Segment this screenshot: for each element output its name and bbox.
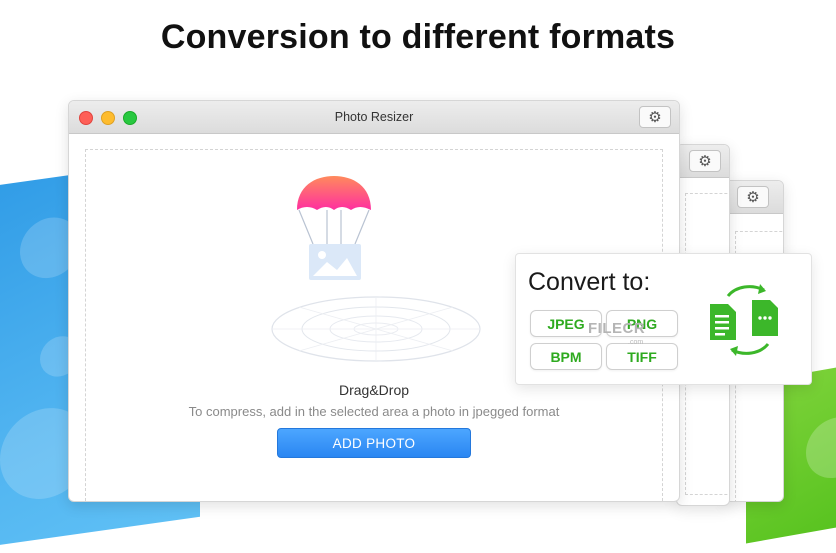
portal-icon <box>271 296 481 362</box>
headline: Conversion to different formats <box>160 18 676 56</box>
gear-icon: ⚙ <box>698 153 712 170</box>
format-tiff[interactable]: TIFF <box>606 343 678 370</box>
window-title: Photo Resizer <box>334 110 414 124</box>
format-bpm[interactable]: BPM <box>530 343 602 370</box>
drag-drop-hint: To compress, add in the selected area a … <box>188 404 560 419</box>
convert-panel: Convert to: JPEG PNG BPM TIFF FILECR .co… <box>515 253 812 385</box>
gear-icon: ⚙ <box>648 109 662 126</box>
window-titlebar: Photo Resizer ⚙ <box>69 101 679 134</box>
convert-files-icon <box>710 284 778 356</box>
window-titlebar: ⚙ <box>677 145 729 178</box>
convert-title: Convert to: <box>528 268 651 296</box>
add-photo-button[interactable]: ADD PHOTO <box>277 428 471 458</box>
settings-button[interactable]: ⚙ <box>737 186 769 208</box>
photo-icon <box>309 244 361 280</box>
window-titlebar: ⚙ <box>725 181 783 214</box>
watermark: FILECR <box>588 320 646 337</box>
settings-button[interactable]: ⚙ <box>689 150 721 172</box>
settings-button[interactable]: ⚙ <box>639 106 671 128</box>
watermark-sub: .com <box>628 339 644 346</box>
gear-icon: ⚙ <box>746 189 760 206</box>
